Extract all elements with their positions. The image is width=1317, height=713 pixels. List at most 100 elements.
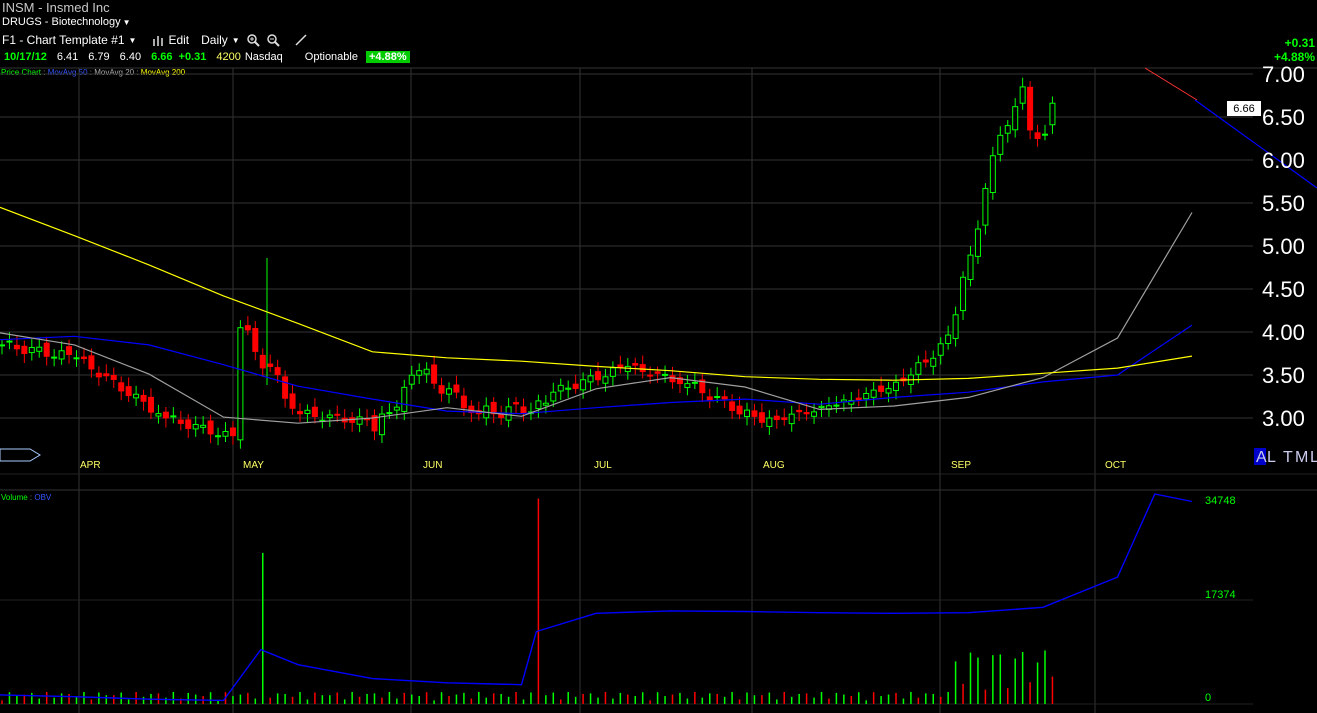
candle-body: [252, 327, 259, 352]
candle-body: [997, 134, 1004, 155]
candle-body: [229, 427, 236, 437]
candle-body: [952, 314, 959, 339]
candle-body: [520, 406, 527, 414]
candle-body: [788, 413, 795, 425]
candle-body: [609, 367, 616, 377]
candle-body: [1049, 102, 1056, 126]
candle-body: [989, 155, 996, 193]
candle-body: [162, 411, 169, 419]
candle-body: [833, 404, 840, 407]
candle-body: [893, 381, 899, 392]
price-tick: 6.00: [1262, 148, 1305, 173]
candle-body: [1027, 86, 1034, 131]
candle-body: [215, 435, 222, 438]
candle-body: [721, 396, 728, 400]
candle-body: [148, 396, 154, 413]
volume-tick: 17374: [1205, 589, 1236, 601]
candle-body: [1019, 86, 1026, 104]
candle-body: [282, 376, 289, 399]
candle-body: [684, 383, 691, 388]
candle-body: [334, 413, 341, 416]
candle-body: [304, 409, 311, 414]
candle-body: [438, 385, 445, 394]
ma-line: [0, 324, 1193, 415]
candle-body: [125, 386, 132, 397]
volume-tick: 0: [1205, 692, 1211, 704]
candle-body: [326, 414, 333, 419]
candle-body: [513, 402, 520, 405]
candle-body: [602, 376, 609, 384]
candle-body: [967, 254, 974, 281]
chart-canvas[interactable]: 7.00 6.50 6.00 5.50 5.00 4.50 4.00 3.50 3.00 APR…: [0, 0, 1317, 713]
svg-text:A: A: [1256, 449, 1267, 466]
candle-body: [632, 363, 639, 366]
candle-body: [557, 384, 564, 392]
candle-body: [401, 386, 408, 412]
candle-body: [751, 410, 758, 417]
month-label: APR: [80, 460, 101, 471]
candle-body: [297, 411, 303, 415]
candle-body: [13, 344, 20, 350]
svg-text:M: M: [1295, 449, 1308, 466]
candle-body: [289, 393, 296, 409]
ma-line: [0, 206, 1193, 381]
price-axis: 7.00 6.50 6.00 5.50 5.00 4.50 4.00 3.50 3.00: [1262, 62, 1305, 431]
price-candles: [0, 77, 1056, 449]
candle-body: [535, 400, 542, 410]
candle-body: [393, 406, 400, 411]
candle-body: [915, 362, 922, 375]
month-label: JUN: [423, 460, 442, 471]
ma-line: [0, 212, 1193, 424]
candle-body: [192, 423, 199, 430]
candle-body: [36, 346, 43, 352]
moving-averages: [0, 206, 1193, 424]
candle-body: [423, 368, 430, 375]
candle-body: [177, 419, 184, 424]
svg-text:L: L: [1310, 449, 1317, 466]
candle-body: [617, 364, 624, 368]
candle-body: [662, 373, 669, 376]
price-tick: 3.50: [1262, 363, 1305, 388]
scroll-tab[interactable]: [0, 448, 41, 462]
candle-body: [1034, 132, 1041, 139]
candle-body: [922, 359, 929, 363]
trendline[interactable]: [1144, 67, 1198, 101]
candle-body: [572, 383, 579, 389]
candle-body: [1012, 106, 1019, 131]
candle-body: [66, 346, 73, 355]
obv-line: [0, 493, 1193, 702]
candle-body: [565, 387, 572, 390]
candle-body: [937, 343, 944, 356]
chart-mode-buttons[interactable]: A L T M L: [1254, 448, 1317, 466]
candle-body: [736, 405, 743, 415]
candle-body: [885, 388, 892, 394]
candle-body: [356, 416, 363, 425]
candle-body: [431, 364, 438, 384]
candle-body: [647, 374, 654, 377]
candle-body: [73, 357, 80, 360]
volume-axis: 34748 17374 0: [1205, 495, 1236, 704]
price-tick: 4.00: [1262, 320, 1305, 345]
candle-body: [773, 415, 780, 421]
candle-body: [729, 401, 736, 411]
price-tick: 5.50: [1262, 191, 1305, 216]
candle-body: [818, 405, 825, 409]
candle-body: [498, 413, 505, 418]
price-tick: 5.00: [1262, 234, 1305, 259]
svg-text:T: T: [1283, 449, 1293, 466]
candle-body: [624, 365, 631, 373]
candle-body: [311, 406, 318, 418]
candle-body: [587, 375, 594, 383]
candle-body: [386, 412, 393, 415]
price-tick: 3.00: [1262, 406, 1305, 431]
time-axis: APR MAY JUN JUL AUG SEP OCT: [80, 460, 1126, 471]
candle-body: [974, 228, 981, 257]
month-label: MAY: [243, 460, 264, 471]
candle-body: [408, 374, 415, 385]
candle-body: [490, 401, 497, 415]
candle-body: [811, 411, 818, 417]
candle-body: [88, 355, 95, 370]
candle-body: [222, 431, 229, 437]
candle-body: [103, 373, 110, 377]
candle-body: [878, 385, 885, 392]
